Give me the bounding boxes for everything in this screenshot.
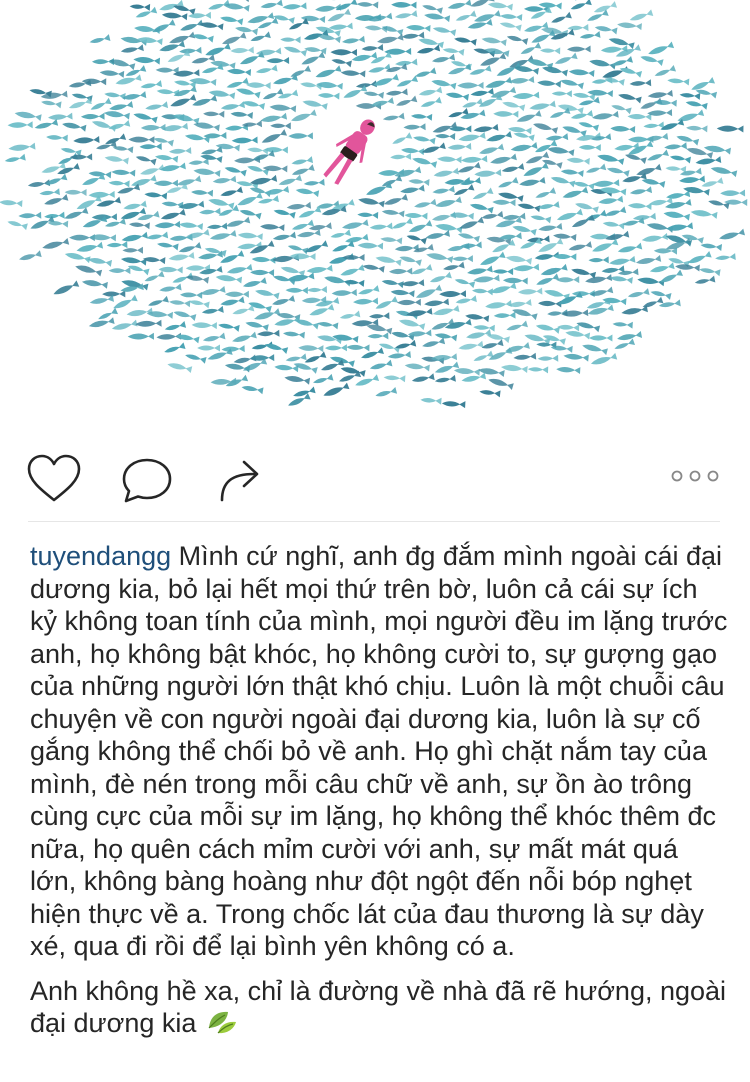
more-options-button[interactable] xyxy=(668,468,722,484)
comment-bubble-icon xyxy=(122,458,172,503)
caption-text: Mình cứ nghĩ, anh đg đắm mình ngoài cái … xyxy=(30,541,728,961)
more-options-icon xyxy=(671,470,719,482)
share-button[interactable] xyxy=(216,456,266,506)
post-image[interactable] xyxy=(0,0,750,430)
caption-paragraph-1: tuyendangg Mình cứ nghĩ, anh đg đắm mình… xyxy=(30,540,730,963)
username-link[interactable]: tuyendangg xyxy=(30,541,171,571)
post-caption: tuyendangg Mình cứ nghĩ, anh đg đắm mình… xyxy=(30,540,730,1044)
like-button[interactable] xyxy=(26,454,82,504)
divider xyxy=(28,521,720,522)
fish-school-illustration xyxy=(0,0,748,409)
caption-paragraph-2: Anh không hề xa, chỉ là đường về nhà đã … xyxy=(30,975,730,1044)
leaves-icon xyxy=(206,1008,238,1044)
swimmer-figure xyxy=(323,119,375,185)
share-arrow-icon xyxy=(220,460,259,502)
heart-icon xyxy=(27,454,81,502)
caption-text-2: Anh không hề xa, chỉ là đường về nhà đã … xyxy=(30,975,727,1039)
action-bar xyxy=(0,440,750,520)
comment-button[interactable] xyxy=(120,456,174,506)
